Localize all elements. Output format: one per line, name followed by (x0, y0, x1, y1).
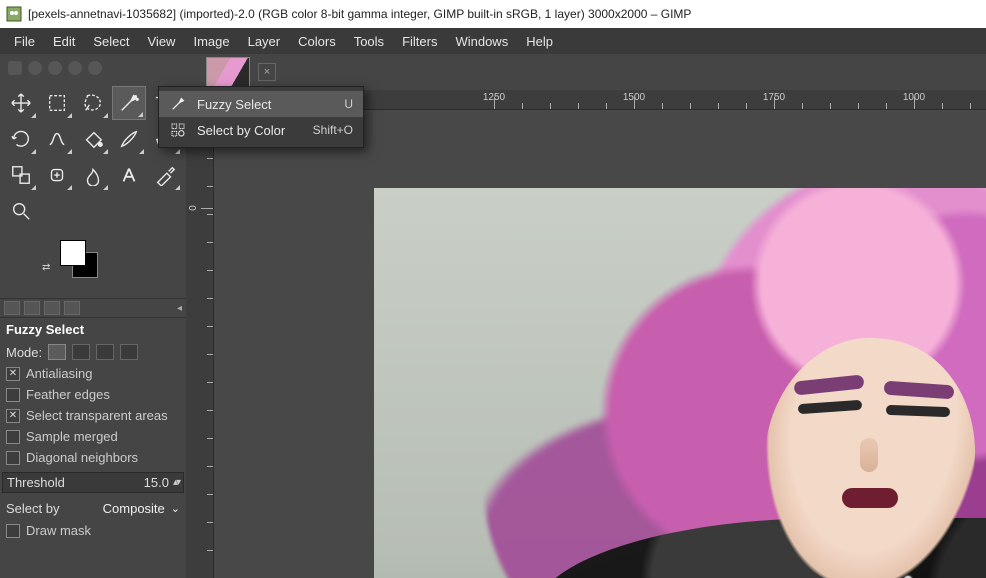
ruler-tick-label: 1500 (623, 92, 645, 103)
menubar: File Edit Select View Image Layer Colors… (0, 28, 986, 54)
opt-diagonal-neighbors[interactable]: Diagonal neighbors (0, 447, 186, 468)
select-by-color-icon (169, 122, 187, 138)
color-swatches[interactable]: ⇄ (60, 240, 186, 290)
opt-label: Sample merged (26, 429, 118, 444)
select-by-value: Composite (103, 501, 165, 516)
menu-view[interactable]: View (140, 31, 184, 52)
checkbox-icon[interactable] (6, 451, 20, 465)
opt-label: Draw mask (26, 523, 91, 538)
menu-windows[interactable]: Windows (447, 31, 516, 52)
menu-image[interactable]: Image (185, 31, 237, 52)
opt-sample-merged[interactable]: Sample merged (0, 426, 186, 447)
ruler-tick-label: 1000 (903, 92, 925, 103)
menu-colors[interactable]: Colors (290, 31, 344, 52)
select-by-row: Select by Composite ⌄ (0, 497, 186, 520)
image-tab-close[interactable]: × (258, 63, 276, 81)
opt-select-transparent[interactable]: Select transparent areas (0, 405, 186, 426)
ruler-tick-label: 0 (188, 205, 199, 211)
mode-intersect[interactable] (120, 344, 138, 360)
menu-help[interactable]: Help (518, 31, 561, 52)
tool-smudge[interactable] (76, 158, 110, 192)
tab-undo-history[interactable] (44, 301, 60, 315)
checkbox-icon[interactable] (6, 409, 20, 423)
chevron-down-icon: ⌄ (171, 502, 180, 515)
opt-feather-edges[interactable]: Feather edges (0, 384, 186, 405)
menu-tools[interactable]: Tools (346, 31, 392, 52)
checkbox-icon[interactable] (6, 430, 20, 444)
opt-draw-mask[interactable]: Draw mask (0, 520, 186, 541)
swatch-swap-icon[interactable]: ⇄ (42, 262, 50, 273)
tool-clone[interactable] (4, 158, 38, 192)
opt-label: Select transparent areas (26, 408, 168, 423)
canvas-surface[interactable] (214, 110, 986, 578)
image-lips (842, 488, 898, 508)
image-nose (860, 438, 878, 472)
threshold-value: 15.0 (144, 475, 169, 490)
tabs-menu-icon[interactable]: ◂ (177, 303, 182, 314)
spin-icon[interactable]: ▴▾ (173, 477, 179, 488)
tool-zoom[interactable] (4, 194, 38, 228)
checkbox-icon[interactable] (6, 524, 20, 538)
app-icon (6, 6, 22, 22)
tool-options-tabs: ◂ (0, 298, 186, 318)
mode-add[interactable] (72, 344, 90, 360)
tool-text[interactable] (112, 158, 146, 192)
tab-device-status[interactable] (24, 301, 40, 315)
mode-subtract[interactable] (96, 344, 114, 360)
opt-label: Antialiasing (26, 366, 93, 381)
tool-fuzzy-select[interactable] (112, 86, 146, 120)
wand-icon (169, 96, 187, 112)
tool-free-select[interactable] (76, 86, 110, 120)
opt-antialiasing[interactable]: Antialiasing (0, 363, 186, 384)
tool-rect-select[interactable] (40, 86, 74, 120)
image-tab-thumbnail[interactable] (206, 57, 250, 87)
toolbox-header-deco (0, 54, 186, 82)
flyout-shortcut: U (344, 97, 353, 111)
tool-bucket-fill[interactable] (76, 122, 110, 156)
flyout-label: Fuzzy Select (197, 97, 334, 112)
threshold-label: Threshold (7, 475, 65, 490)
menu-select[interactable]: Select (85, 31, 137, 52)
tool-rotate[interactable] (4, 122, 38, 156)
flyout-select-by-color[interactable]: Select by Color Shift+O (159, 117, 363, 143)
menu-filters[interactable]: Filters (394, 31, 445, 52)
mode-label: Mode: (6, 345, 42, 360)
opt-label: Feather edges (26, 387, 110, 402)
menu-file[interactable]: File (6, 31, 43, 52)
tool-options-title: Fuzzy Select (0, 318, 186, 341)
fg-color[interactable] (60, 240, 86, 266)
mode-replace[interactable] (48, 344, 66, 360)
image-canvas[interactable] (374, 188, 986, 578)
tool-color-picker[interactable] (148, 158, 182, 192)
flyout-fuzzy-select[interactable]: Fuzzy Select U (159, 91, 363, 117)
tab-tool-options[interactable] (4, 301, 20, 315)
opt-label: Diagonal neighbors (26, 450, 138, 465)
select-by-dropdown[interactable]: Composite ⌄ (103, 501, 180, 516)
canvas-wrap: 1250150017501000125015001750 0 (186, 90, 986, 578)
select-by-label: Select by (6, 501, 59, 516)
checkbox-icon[interactable] (6, 367, 20, 381)
ruler-vertical[interactable]: 0 (186, 110, 214, 578)
checkbox-icon[interactable] (6, 388, 20, 402)
flyout-shortcut: Shift+O (313, 123, 353, 137)
window-titlebar: [pexels-annetnavi-1035682] (imported)-2.… (0, 0, 986, 28)
threshold-field[interactable]: Threshold 15.0 ▴▾ (2, 472, 184, 493)
tool-heal[interactable] (40, 158, 74, 192)
tool-group-flyout: Fuzzy Select U Select by Color Shift+O (158, 86, 364, 148)
window-title: [pexels-annetnavi-1035682] (imported)-2.… (28, 7, 691, 21)
flyout-label: Select by Color (197, 123, 303, 138)
ruler-tick-label: 1750 (763, 92, 785, 103)
menu-layer[interactable]: Layer (240, 31, 289, 52)
tool-move[interactable] (4, 86, 38, 120)
tool-warp[interactable] (40, 122, 74, 156)
image-tab-strip: × (186, 54, 986, 90)
tool-paintbrush[interactable] (112, 122, 146, 156)
ruler-tick-label: 1250 (483, 92, 505, 103)
tab-images[interactable] (64, 301, 80, 315)
selection-mode-row: Mode: (0, 341, 186, 363)
menu-edit[interactable]: Edit (45, 31, 83, 52)
